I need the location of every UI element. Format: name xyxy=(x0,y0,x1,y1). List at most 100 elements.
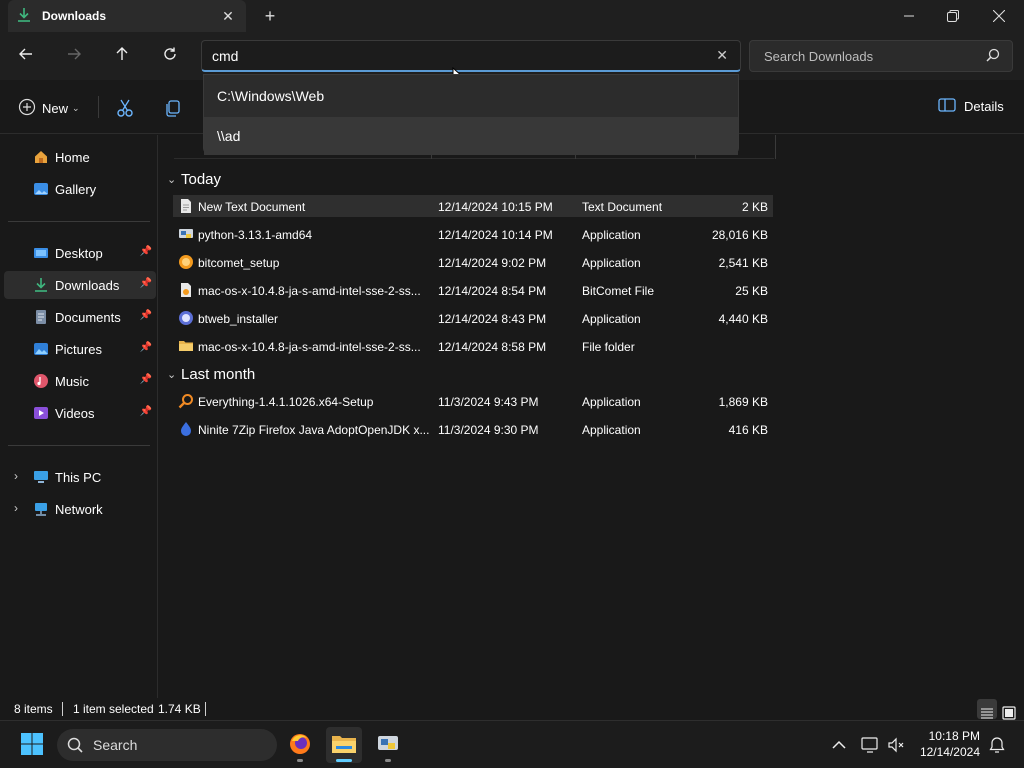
file-row[interactable]: mac-os-x-10.4.8-ja-s-amd-intel-sse-2-ss.… xyxy=(173,335,773,357)
file-row[interactable]: Ninite 7Zip Firefox Java AdoptOpenJDK x.… xyxy=(173,418,773,440)
file-date: 12/14/2024 8:54 PM xyxy=(438,284,547,298)
file-size: 28,016 KB xyxy=(711,228,768,242)
taskbar-search[interactable]: Search xyxy=(57,729,277,761)
pin-icon[interactable]: 📌 xyxy=(140,342,152,353)
file-list: Na ⌄ Today New Text Document 12/14/2024 … xyxy=(159,135,1024,698)
new-button[interactable]: New ⌄ xyxy=(18,98,80,119)
tab-title: Downloads xyxy=(42,9,107,23)
divider xyxy=(62,702,63,716)
text-file-icon xyxy=(178,198,194,214)
file-row[interactable]: Everything-1.4.1.1026.x64-Setup 11/3/202… xyxy=(173,390,773,412)
sidebar-item-network[interactable]: › Network xyxy=(4,495,156,523)
forward-button[interactable] xyxy=(60,44,88,68)
pin-icon[interactable]: 📌 xyxy=(140,278,152,289)
file-type: Application xyxy=(582,256,641,270)
clear-icon[interactable]: ✕ xyxy=(716,47,728,64)
start-button[interactable] xyxy=(14,727,50,763)
speaker-muted-icon xyxy=(886,737,906,758)
volume-button[interactable] xyxy=(886,735,906,755)
taskbar: Search 10:18 PM 12/14/2024 xyxy=(0,720,1024,768)
chevron-right-icon[interactable]: › xyxy=(14,469,18,483)
show-hidden-icons-button[interactable] xyxy=(829,735,849,755)
sidebar-item-music[interactable]: Music 📌 xyxy=(4,367,156,395)
sidebar-item-home[interactable]: Home xyxy=(4,143,156,171)
back-button[interactable] xyxy=(12,44,40,68)
file-size: 2 KB xyxy=(741,200,768,214)
tiles-view-button[interactable] xyxy=(999,699,1019,720)
search-icon[interactable] xyxy=(986,48,1000,65)
search-input[interactable]: Search Downloads xyxy=(749,40,1013,72)
new-tab-button[interactable]: + xyxy=(260,6,280,26)
selection-size: 1.74 KB xyxy=(158,702,201,716)
file-size: 416 KB xyxy=(728,423,768,437)
btweb-icon xyxy=(178,310,194,326)
file-name: bitcomet_setup xyxy=(198,256,280,270)
clock-time: 10:18 PM xyxy=(928,729,980,743)
firefox-icon xyxy=(288,732,312,759)
chevron-right-icon[interactable]: › xyxy=(14,501,18,515)
sidebar-item-this-pc[interactable]: › This PC xyxy=(4,463,156,491)
copy-button[interactable] xyxy=(163,98,183,118)
sidebar-item-desktop[interactable]: Desktop 📌 xyxy=(4,239,156,267)
taskbar-python-installer[interactable] xyxy=(370,727,406,763)
group-header-last-month[interactable]: ⌄ Last month xyxy=(167,363,255,385)
notifications-button[interactable] xyxy=(987,735,1007,755)
windows-logo-icon xyxy=(20,732,44,759)
sidebar-item-downloads[interactable]: Downloads 📌 xyxy=(4,271,156,299)
pin-icon[interactable]: 📌 xyxy=(140,374,152,385)
close-tab-icon[interactable]: ✕ xyxy=(220,8,236,24)
pin-icon[interactable]: 📌 xyxy=(140,246,152,257)
file-row[interactable]: bitcomet_setup 12/14/2024 9:02 PM Applic… xyxy=(173,251,773,273)
arrow-up-icon xyxy=(114,46,130,67)
active-indicator xyxy=(336,759,352,762)
file-size: 1,869 KB xyxy=(718,395,768,409)
file-row[interactable]: mac-os-x-10.4.8-ja-s-amd-intel-sse-2-ss.… xyxy=(173,279,773,301)
cut-button[interactable] xyxy=(115,98,135,118)
navigation-pane: Home Gallery Desktop 📌 Downloads 📌 Docum… xyxy=(0,135,158,698)
file-row[interactable]: btweb_installer 12/14/2024 8:43 PM Appli… xyxy=(173,307,773,329)
taskbar-firefox[interactable] xyxy=(282,727,318,763)
restore-button[interactable] xyxy=(930,0,976,32)
pictures-icon xyxy=(33,341,49,357)
new-label: New xyxy=(42,101,69,116)
network-status-button[interactable] xyxy=(860,735,880,755)
pin-icon[interactable]: 📌 xyxy=(140,406,152,417)
details-pane-icon xyxy=(938,98,956,115)
tab-downloads[interactable]: Downloads ✕ xyxy=(8,0,246,32)
monitor-network-icon xyxy=(860,737,880,758)
taskbar-file-explorer[interactable] xyxy=(326,727,362,763)
group-label: Today xyxy=(181,170,222,188)
file-name: Ninite 7Zip Firefox Java AdoptOpenJDK x.… xyxy=(198,423,430,437)
clock[interactable]: 10:18 PM 12/14/2024 xyxy=(920,728,980,760)
gallery-icon xyxy=(33,181,49,197)
file-size: 25 KB xyxy=(735,284,768,298)
sidebar-item-videos[interactable]: Videos 📌 xyxy=(4,399,156,427)
column-divider[interactable] xyxy=(775,135,776,159)
address-bar[interactable]: cmd ✕ xyxy=(201,40,741,72)
group-header-today[interactable]: ⌄ Today xyxy=(167,168,221,190)
details-view-button[interactable] xyxy=(977,699,997,719)
music-icon xyxy=(33,373,49,389)
divider xyxy=(8,445,150,446)
sidebar-item-pictures[interactable]: Pictures 📌 xyxy=(4,335,156,363)
home-icon xyxy=(33,149,49,165)
file-row[interactable]: python-3.13.1-amd64 12/14/2024 10:14 PM … xyxy=(173,223,773,245)
sidebar-item-label: Music xyxy=(55,373,89,389)
minimize-button[interactable] xyxy=(886,0,932,32)
sidebar-item-gallery[interactable]: Gallery xyxy=(4,175,156,203)
suggestion-item[interactable]: C:\Windows\Web xyxy=(204,77,738,115)
close-window-button[interactable] xyxy=(976,0,1022,32)
address-input[interactable]: cmd xyxy=(212,48,238,64)
sidebar-item-documents[interactable]: Documents 📌 xyxy=(4,303,156,331)
search-placeholder: Search Downloads xyxy=(764,49,874,64)
pin-icon[interactable]: 📌 xyxy=(140,310,152,321)
suggestion-item[interactable]: \\ad xyxy=(204,117,738,155)
file-row[interactable]: New Text Document 12/14/2024 10:15 PM Te… xyxy=(173,195,773,217)
file-type: Application xyxy=(582,395,641,409)
status-bar: 8 items 1 item selected 1.74 KB xyxy=(0,698,1024,720)
details-button[interactable]: Details xyxy=(938,98,1004,115)
download-icon xyxy=(16,7,32,26)
refresh-button[interactable] xyxy=(156,44,184,68)
up-button[interactable] xyxy=(108,44,136,68)
scissors-icon xyxy=(115,99,135,121)
